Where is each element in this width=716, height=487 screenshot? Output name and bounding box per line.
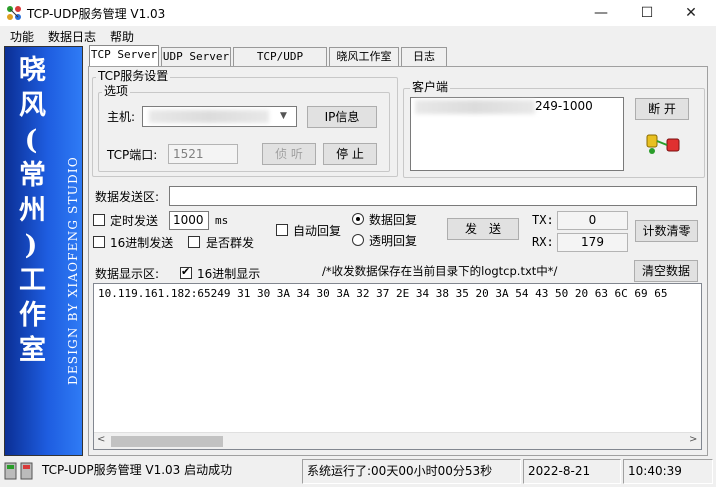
sidebar-char: 室 (19, 335, 46, 366)
listen-button[interactable]: 侦 听 (262, 143, 316, 165)
hex-send-label: 16进制发送 (110, 236, 174, 250)
hex-display-checkbox[interactable]: ✔ (180, 265, 192, 279)
client-list[interactable]: 249-1000 (410, 97, 624, 171)
sidebar-char: 晓 (19, 55, 46, 86)
sidebar-banner: 晓 风 ( 常 州 ) 工 作 室 DESIGN BY XIAOFENG STU… (4, 46, 83, 456)
clear-data-button[interactable]: 清空数据 (634, 260, 698, 282)
display-area-label: 数据显示区: (95, 267, 160, 281)
sidebar-title-en: DESIGN BY XIAOFENG STUDIO (66, 156, 80, 385)
tab-tcp-server[interactable]: TCP Server (89, 45, 159, 67)
sidebar-char: ) (24, 230, 38, 261)
timed-send-checkbox[interactable] (93, 214, 105, 226)
network-connection-icon (646, 134, 680, 154)
transparent-reply-label: 透明回复 (369, 234, 418, 248)
sidebar-title-cn: 晓 风 ( 常 州 ) 工 作 室 (19, 53, 46, 368)
display-content: 10.119.161.182:65249 31 30 3A 34 30 3A 3… (98, 287, 668, 300)
scrollbar-thumb[interactable] (111, 436, 223, 447)
ip-info-button[interactable]: IP信息 (307, 106, 377, 128)
status-app: TCP-UDP服务管理 V1.03 启动成功 (42, 463, 233, 477)
tx-counter: 0 (557, 211, 628, 230)
checkmark-icon: ✔ (181, 265, 191, 278)
tab-log[interactable]: 日志 (401, 47, 447, 66)
send-area-label: 数据发送区: (95, 190, 160, 204)
status-date: 2022-8-21 (523, 459, 621, 484)
close-button[interactable]: ✕ (668, 0, 714, 26)
horizontal-scrollbar[interactable]: < > (94, 432, 701, 449)
options-label: 选项 (102, 84, 131, 98)
sidebar-char: 工 (19, 265, 46, 296)
app-icon (7, 6, 21, 20)
tcp-port-field[interactable]: 1521 (168, 144, 238, 164)
display-textarea[interactable]: 10.119.161.182:65249 31 30 3A 34 30 3A 3… (93, 283, 702, 450)
tx-label: TX: (532, 213, 554, 227)
send-button[interactable]: 发 送 (447, 218, 519, 240)
rx-counter: 179 (557, 233, 628, 252)
status-uptime: 系统运行了:00天00小时00分53秒 (302, 459, 521, 484)
host-redacted (149, 110, 269, 123)
host-label: 主机: (107, 110, 136, 124)
group-send-label: 是否群发 (206, 236, 255, 250)
hex-send-checkbox[interactable] (93, 236, 105, 248)
clear-count-button[interactable]: 计数清零 (635, 220, 698, 242)
timed-send-label: 定时发送 (110, 214, 159, 228)
send-input[interactable] (169, 186, 697, 206)
minimize-button[interactable]: — (578, 0, 624, 26)
tcp-port-label: TCP端口: (107, 148, 158, 162)
auto-reply-checkbox[interactable] (276, 224, 288, 236)
data-reply-radio[interactable] (352, 213, 364, 225)
auto-reply-label: 自动回复 (293, 224, 342, 238)
sidebar-char: 风 (19, 90, 46, 121)
app-status-icon (4, 462, 33, 480)
status-time: 10:40:39 (623, 459, 713, 484)
menu-help[interactable]: 帮助 (110, 28, 134, 45)
scroll-right-icon[interactable]: > (689, 434, 697, 445)
sidebar-char: 常 (19, 160, 46, 191)
group-send-checkbox[interactable] (188, 236, 200, 248)
tab-xiaofeng-studio[interactable]: 晓风工作室 (329, 47, 399, 66)
save-note: /*收发数据保存在当前目录下的logtcp.txt中*/ (322, 264, 558, 278)
maximize-button[interactable]: ☐ (624, 0, 670, 26)
tab-tcp-udp-client[interactable]: TCP/UDP Client (233, 47, 327, 81)
sidebar-char: ( (24, 125, 38, 156)
sidebar-char: 州 (19, 195, 46, 226)
data-reply-label: 数据回复 (369, 213, 418, 227)
tab-udp-server[interactable]: UDP Server (161, 47, 231, 66)
client-label: 客户端 (410, 80, 451, 94)
sidebar-english-text: DESIGN BY XIAOFENG STUDIO (66, 156, 80, 385)
rx-label: RX: (532, 235, 554, 249)
scroll-left-icon[interactable]: < (97, 434, 105, 445)
stop-button[interactable]: 停 止 (323, 143, 377, 165)
transparent-reply-radio[interactable] (352, 234, 364, 246)
disconnect-button[interactable]: 断 开 (635, 98, 689, 120)
hex-display-label: 16进制显示 (197, 267, 261, 281)
sidebar-char: 作 (19, 300, 46, 331)
chevron-down-icon[interactable]: ▼ (271, 107, 296, 126)
interval-unit: ms (215, 214, 229, 227)
client-address-redacted (415, 100, 535, 114)
window-title: TCP-UDP服务管理 V1.03 (27, 7, 166, 21)
interval-input[interactable]: 1000 (169, 211, 209, 230)
server-settings-label: TCP服务设置 (96, 69, 171, 83)
host-select[interactable]: ▼ (142, 106, 297, 127)
menu-function[interactable]: 功能 (10, 28, 34, 45)
menu-data-log[interactable]: 数据日志 (48, 28, 96, 45)
menu-bar (0, 26, 716, 46)
client-entry[interactable]: 249-1000 (535, 99, 593, 113)
